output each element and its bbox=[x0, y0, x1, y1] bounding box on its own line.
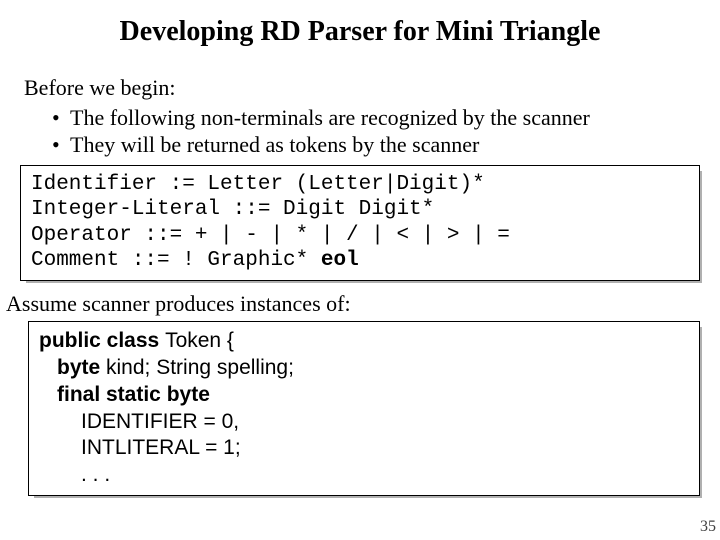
code-text: Token { bbox=[165, 329, 234, 352]
intro-bullet: They will be returned as tokens by the s… bbox=[52, 131, 696, 159]
grammar-line: Integer-Literal ::= Digit Digit* bbox=[31, 198, 434, 221]
token-box: public class Token { byte kind; String s… bbox=[28, 321, 700, 496]
box-content: Identifier := Letter (Letter|Digit)* Int… bbox=[20, 165, 700, 281]
grammar-eol: eol bbox=[321, 249, 359, 272]
intro-lead: Before we begin: bbox=[24, 74, 696, 102]
intro-bullets: The following non-terminals are recogniz… bbox=[24, 104, 696, 159]
box-content: public class Token { byte kind; String s… bbox=[28, 321, 700, 496]
code-line: INTLITERAL = 1; bbox=[39, 435, 689, 462]
grammar-line: Comment ::= ! Graphic* bbox=[31, 249, 321, 272]
page-number: 35 bbox=[700, 518, 716, 536]
token-code: public class Token { byte kind; String s… bbox=[39, 328, 689, 489]
code-text: kind; String spelling; bbox=[106, 356, 294, 379]
assume-text: Assume scanner produces instances of: bbox=[6, 291, 720, 317]
keyword: byte bbox=[57, 356, 106, 379]
intro-block: Before we begin: The following non-termi… bbox=[24, 74, 696, 159]
code-line: byte kind; String spelling; bbox=[39, 355, 689, 382]
slide: Developing RD Parser for Mini Triangle B… bbox=[0, 0, 720, 540]
grammar-line: Operator ::= + | - | * | / | < | > | = bbox=[31, 224, 510, 247]
code-line: . . . bbox=[39, 462, 689, 489]
grammar-line: Identifier := Letter (Letter|Digit)* bbox=[31, 173, 485, 196]
intro-bullet: The following non-terminals are recogniz… bbox=[52, 104, 696, 132]
keyword: public class bbox=[39, 329, 165, 352]
keyword: final static byte bbox=[57, 383, 210, 406]
grammar-text: Identifier := Letter (Letter|Digit)* Int… bbox=[31, 172, 689, 274]
code-line: IDENTIFIER = 0, bbox=[39, 409, 689, 436]
slide-title: Developing RD Parser for Mini Triangle bbox=[0, 0, 720, 58]
grammar-box: Identifier := Letter (Letter|Digit)* Int… bbox=[20, 165, 700, 281]
code-line: final static byte bbox=[39, 382, 689, 409]
code-line: public class Token { bbox=[39, 329, 234, 352]
